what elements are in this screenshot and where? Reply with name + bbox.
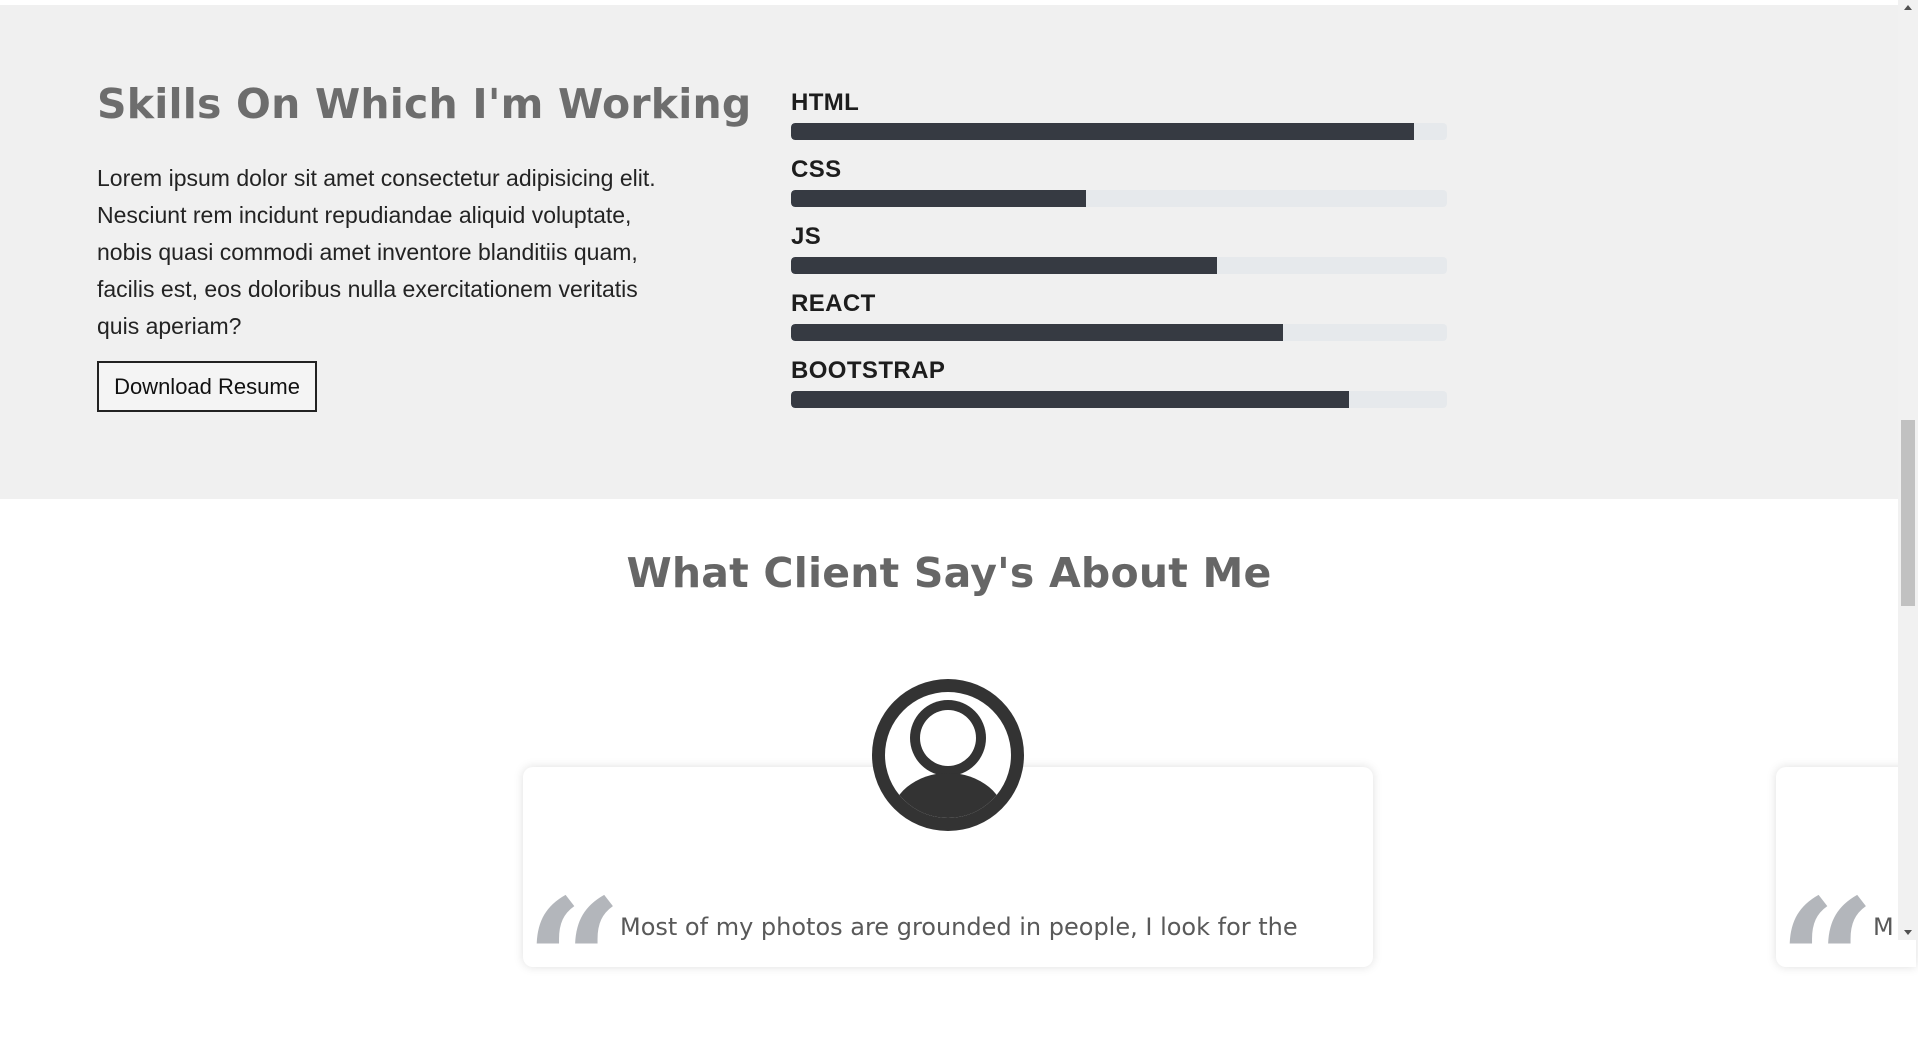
skill-css: CSS [791, 156, 1447, 207]
progress-fill [791, 391, 1349, 408]
progress-track [791, 190, 1447, 207]
progress-fill [791, 190, 1087, 207]
page-scrollbar[interactable] [1898, 0, 1918, 940]
progress-track [791, 123, 1447, 140]
progress-track [791, 257, 1447, 274]
scroll-up-icon[interactable] [1904, 5, 1912, 10]
skill-html: HTML [791, 89, 1447, 140]
skill-js: JS [791, 223, 1447, 274]
testimonial-text: Most of my photos are grounded in people… [620, 913, 1298, 941]
testimonial-text: M [1873, 913, 1894, 941]
skill-label: BOOTSTRAP [791, 357, 946, 384]
progress-track [791, 391, 1447, 408]
skill-bootstrap: BOOTSTRAP [791, 357, 1447, 408]
quote-icon: “ [1778, 862, 1876, 1062]
skill-label: CSS [791, 156, 842, 183]
progress-fill [791, 257, 1218, 274]
skill-label: REACT [791, 290, 876, 317]
testimonials-heading: What Client Say's About Me [626, 549, 1272, 597]
user-avatar-icon [872, 679, 1024, 831]
progress-fill [791, 324, 1283, 341]
scroll-down-icon[interactable] [1904, 930, 1912, 935]
skill-react: REACT [791, 290, 1447, 341]
scroll-thumb[interactable] [1901, 420, 1915, 606]
quote-icon: “ [525, 862, 623, 1062]
download-resume-button[interactable]: Download Resume [97, 361, 317, 412]
skills-description: Lorem ipsum dolor sit amet consectetur a… [97, 165, 656, 339]
progress-fill [791, 123, 1415, 140]
skills-heading: Skills On Which I'm Working [97, 80, 752, 128]
skill-label: JS [791, 223, 822, 250]
skill-label: HTML [791, 89, 860, 116]
progress-track [791, 324, 1447, 341]
